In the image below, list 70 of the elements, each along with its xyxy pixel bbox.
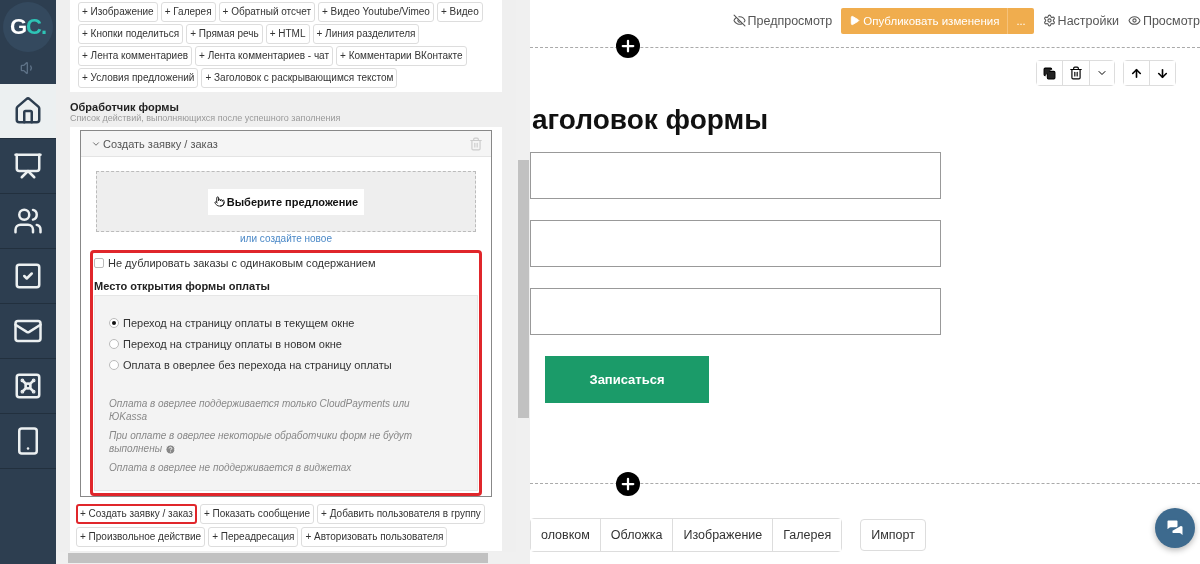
note-text: При оплате в оверлее некоторые обработчики форм не будут выполнены <box>109 429 414 455</box>
add-block-button[interactable]: + Кнопки поделиться <box>78 24 184 44</box>
users-icon <box>13 206 43 236</box>
add-action-button[interactable]: + Авторизовать пользователя <box>301 527 448 547</box>
chart-board-icon <box>13 151 43 181</box>
radio-label: Переход на страницу оплаты в новом окне <box>123 337 342 350</box>
add-action-button[interactable]: + Показать сообщение <box>199 504 315 524</box>
eye-off-icon <box>732 14 746 27</box>
radio-button[interactable] <box>109 359 119 370</box>
play-icon <box>849 15 861 26</box>
add-block-button[interactable]: + Видео <box>436 2 483 22</box>
input-field[interactable] <box>530 220 941 267</box>
add-block-button[interactable]: + Линия разделителя <box>312 24 420 44</box>
add-block-button[interactable]: + Заголовок с раскрывающимся текстом <box>201 68 398 88</box>
radio-button[interactable] <box>109 317 119 328</box>
add-action-button[interactable]: + Добавить пользователя в группу <box>317 504 485 524</box>
trash-icon <box>1069 66 1083 80</box>
add-block-button[interactable]: + HTML <box>265 24 310 44</box>
home-icon <box>13 96 43 126</box>
note-text: Оплата в оверлее не поддерживается в виджетах <box>109 461 353 474</box>
section-title: Обработчик формы <box>70 101 180 113</box>
hand-pointer-icon <box>213 196 225 207</box>
safe-icon <box>13 371 43 401</box>
help-icon[interactable] <box>165 443 176 455</box>
action-header[interactable]: Создать заявку / заказ <box>91 137 218 150</box>
add-block-button[interactable]: + Комментарии ВКонтакте <box>336 46 467 66</box>
add-block-button[interactable]: + Изображение <box>78 2 158 22</box>
import-button[interactable]: Импорт <box>860 519 926 551</box>
input-field[interactable] <box>530 152 941 199</box>
create-new-link[interactable]: или создайте новое <box>240 233 332 244</box>
payment-title: Место открытия формы оплаты <box>94 280 271 292</box>
arrow-up-icon <box>1130 66 1143 80</box>
add-action-button[interactable]: + Создать заявку / заказ <box>76 504 197 524</box>
add-block-button[interactable]: + Условия предложений <box>78 68 199 88</box>
checkbox-label: Не дублировать заказы с одинаковым содержанием <box>108 257 376 269</box>
add-block-button[interactable]: + Лента комментариев - чат <box>195 46 334 66</box>
add-block-button[interactable]: + Видео Youtube/Vimeo <box>318 2 434 22</box>
copy-button[interactable] <box>1037 61 1063 85</box>
add-block-icon[interactable] <box>616 472 640 496</box>
chat-button[interactable] <box>1155 508 1195 548</box>
note-text: Оплата в оверлее поддерживается только CloudPayments или ЮKassa <box>109 397 411 423</box>
arrow-down-icon <box>1156 66 1169 80</box>
settings-icon <box>1042 14 1056 27</box>
add-block-icon[interactable] <box>616 34 640 58</box>
view-link[interactable]: Просмотр <box>1127 13 1200 28</box>
add-block-button[interactable]: + Лента комментариев <box>78 46 192 66</box>
input-field[interactable] <box>530 288 941 335</box>
chat-icon <box>1165 518 1185 538</box>
choose-offer-button[interactable]: Выберите предложение <box>207 188 365 215</box>
copy-icon <box>1043 66 1056 80</box>
eye-icon <box>1127 14 1141 27</box>
radio-label: Переход на страницу оплаты в текущем окне <box>123 316 355 329</box>
submit-button[interactable]: Записаться <box>545 356 709 403</box>
add-action-button[interactable]: + Переадресация <box>208 527 299 547</box>
block-type-tab[interactable]: оловком <box>531 519 601 551</box>
add-block-button[interactable]: + Прямая речь <box>186 24 263 44</box>
radio-button[interactable] <box>109 338 119 349</box>
move-up-button[interactable] <box>1124 61 1150 85</box>
settings-link[interactable]: Настройки <box>1042 13 1119 28</box>
checkbox-icon <box>13 261 43 291</box>
preview-link[interactable]: Предпросмотр <box>732 13 833 28</box>
add-action-button[interactable]: + Произвольное действие <box>76 527 206 547</box>
add-block-button[interactable]: + Обратный отсчет <box>218 2 315 22</box>
section-subtitle: Список действий, выполняющихся после успешного заполнения <box>70 113 342 123</box>
nav-item[interactable] <box>0 84 56 139</box>
radio-label: Оплата в оверлее без перехода на страницу оплаты <box>123 358 392 371</box>
checkbox[interactable] <box>94 258 104 268</box>
add-block-button[interactable]: + Галерея <box>160 2 216 22</box>
logo[interactable]: GC. <box>3 2 53 52</box>
form-heading: аголовок формы <box>532 104 770 136</box>
